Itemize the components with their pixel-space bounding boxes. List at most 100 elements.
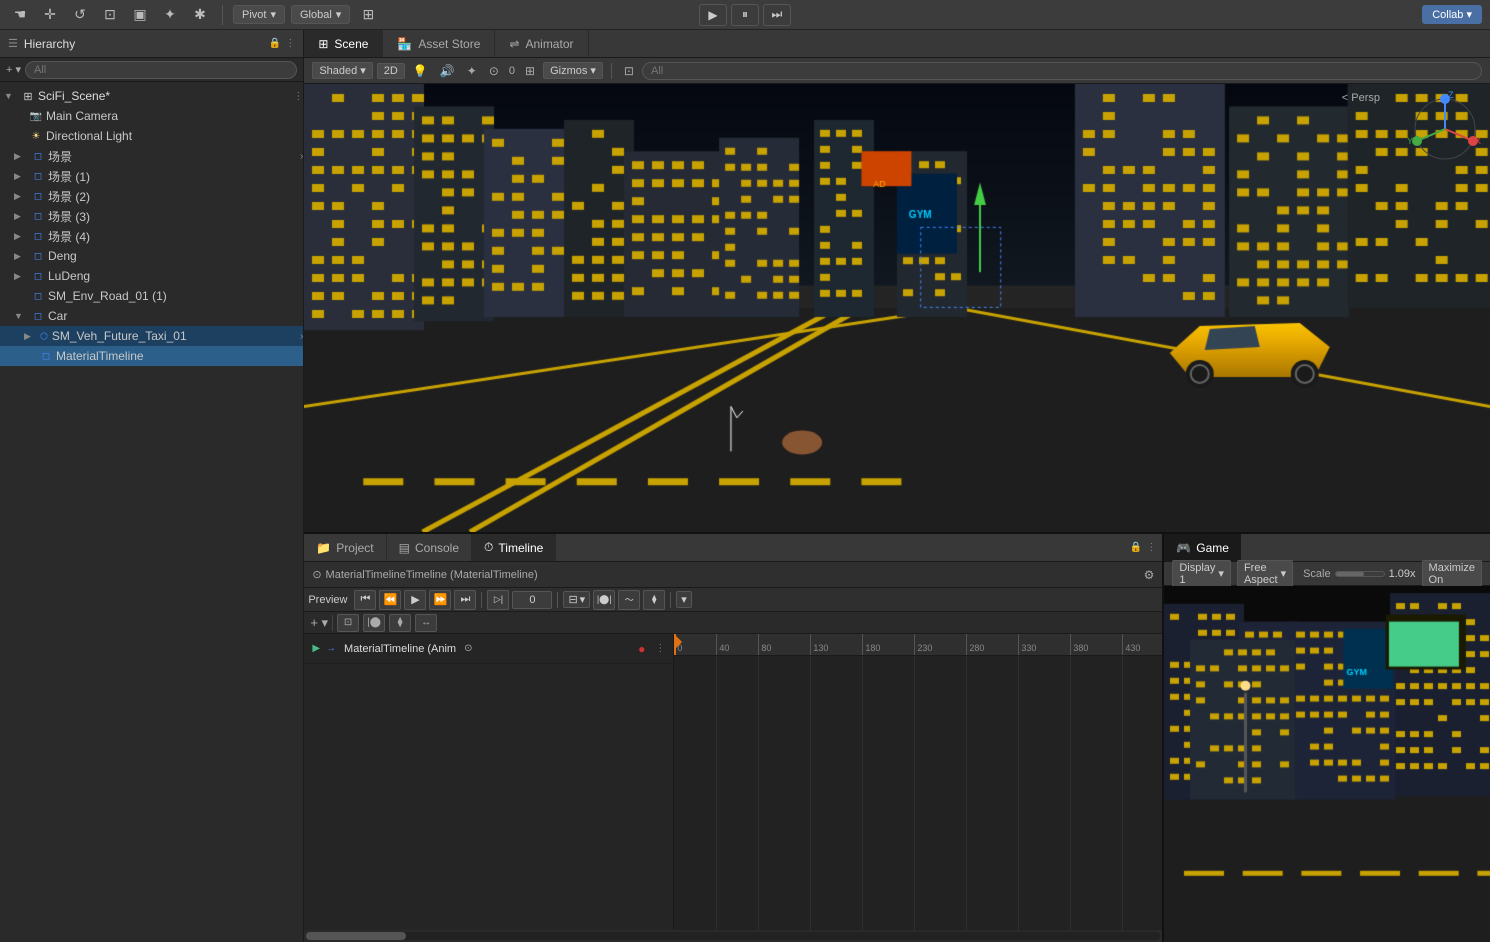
persp-label: < Persp (1342, 92, 1380, 104)
tree-item-car[interactable]: ▼ ◻ Car (0, 306, 303, 326)
scale-slider[interactable] (1335, 571, 1385, 577)
tab-console[interactable]: ▤ Console (387, 534, 472, 561)
record-button[interactable]: ● (638, 642, 645, 656)
tree-item-directional-light[interactable]: ☀ Directional Light (0, 126, 303, 146)
game-toolbar: Display 1 ▾ Free Aspect ▾ Scale 1.09x (1164, 562, 1490, 586)
gizmos-button[interactable]: Gizmos ▾ (543, 62, 603, 79)
expand-arrow: ▼ (4, 91, 18, 101)
tree-item-ludeng[interactable]: ▶ ◻ LuDeng (0, 266, 303, 286)
tl-options-dropdown[interactable]: ⊟▾ (563, 591, 590, 608)
grid-toggle[interactable]: ⊞ (521, 63, 539, 79)
shading-dropdown[interactable]: Shaded ▾ (312, 62, 372, 79)
tl-step-back[interactable]: ⏪ (379, 590, 401, 610)
tl-lock-icon[interactable]: 🔒 (1130, 542, 1142, 553)
track-options[interactable]: ⋮ (655, 643, 665, 654)
tree-item-scene-grp1[interactable]: ▶ ◻ 场景 › (0, 146, 303, 166)
tl-record-mode[interactable]: ▷| (487, 590, 509, 610)
tab-timeline[interactable]: ⏱ Timeline (472, 534, 556, 561)
collab-button[interactable]: Collab ▾ (1422, 5, 1482, 24)
audio-toggle[interactable]: 🔊 (436, 63, 459, 79)
track-info: ⊙ (464, 643, 472, 654)
scene-viewport[interactable]: < Persp Z X (304, 84, 1490, 532)
step-button[interactable]: ⏭ (763, 4, 791, 26)
tl-keys[interactable]: ⧫ (643, 590, 665, 610)
track-view-btn[interactable]: ⊡ (337, 614, 359, 632)
scene-extras-icon[interactable]: ⊡ (620, 63, 638, 79)
game-viewport[interactable] (1164, 586, 1490, 942)
track-more-btn[interactable]: ↔ (415, 614, 437, 632)
tl-curves[interactable]: 〜 (618, 590, 640, 610)
scene-area: ⊞ Scene 🏪 Asset Store ⇌ Animator Shaded … (304, 30, 1490, 532)
rect-icon[interactable]: ▣ (128, 3, 152, 27)
lock-icon[interactable]: 🔒 (269, 38, 281, 49)
tl-skip-start[interactable]: ⏮ (354, 590, 376, 610)
fx-toggle[interactable]: ✦ (463, 63, 481, 79)
hierarchy-search[interactable] (25, 61, 297, 79)
tree-item-scene-grp4[interactable]: ▶ ◻ 场景 (3) (0, 206, 303, 226)
hand-icon[interactable]: ☚ (8, 3, 32, 27)
tl-more-dropdown[interactable]: ▾ (676, 591, 692, 608)
track-expand-icon[interactable]: ▶ (312, 643, 320, 654)
ruler-bar[interactable]: 0 40 80 130 180 230 280 330 380 430 480 … (674, 634, 1162, 656)
grid-line (1122, 656, 1123, 930)
tab-project[interactable]: 📁 Project (304, 534, 386, 561)
tree-item-scene-grp3[interactable]: ▶ ◻ 场景 (2) (0, 186, 303, 206)
light-toggle[interactable]: 💡 (409, 63, 432, 79)
tl-asset-path: MaterialTimelineTimeline (MaterialTimeli… (326, 569, 1140, 581)
tree-item-scene-grp5[interactable]: ▶ ◻ 场景 (4) (0, 226, 303, 246)
tab-scene[interactable]: ⊞ Scene (304, 30, 383, 57)
tl-options-icon: ⊟ (568, 593, 577, 606)
tl-timecode[interactable] (512, 591, 552, 609)
scrollbar-thumb[interactable] (306, 932, 406, 940)
tab-game[interactable]: 🎮 Game (1164, 534, 1241, 561)
aspect-dropdown[interactable]: Free Aspect ▾ (1237, 560, 1293, 588)
snap-icon[interactable]: ⊞ (356, 3, 380, 27)
tab-asset-store[interactable]: 🏪 Asset Store (383, 30, 495, 57)
transform-icon[interactable]: ✦ (158, 3, 182, 27)
rotate-icon[interactable]: ↺ (68, 3, 92, 27)
tl-step-fwd[interactable]: ⏩ (429, 590, 451, 610)
scene-options[interactable]: ⋮ (293, 91, 303, 102)
overlay-toggle[interactable]: ⊙ (485, 63, 503, 79)
track-curve-btn[interactable]: ⧫ (389, 614, 411, 632)
scifi-scene-label: SciFi_Scene* (38, 89, 110, 103)
menu-dots-icon[interactable]: ⋮ (285, 38, 295, 49)
global-button[interactable]: Global ▾ (291, 5, 350, 24)
tl-asset-icon: ⊙ (312, 568, 321, 581)
scrollbar-track[interactable] (306, 932, 1160, 940)
scene-canvas (304, 84, 1490, 532)
tl-menu-icon[interactable]: ⋮ (1146, 542, 1156, 553)
tree-item-material-timeline[interactable]: ◻ MaterialTimeline (0, 346, 303, 366)
tree-item-scifi-scene[interactable]: ▼ ⊞ SciFi_Scene* ⋮ (0, 86, 303, 106)
timeline-scrollbar[interactable] (304, 930, 1162, 942)
grid-line (966, 656, 967, 930)
play-button[interactable]: ▶ (699, 4, 727, 26)
tl-snap[interactable]: |⬤| (593, 590, 615, 610)
tree-item-sm-veh[interactable]: ▶ ⬡ SM_Veh_Future_Taxi_01 › (0, 326, 303, 346)
tab-animator[interactable]: ⇌ Animator (495, 30, 588, 57)
game-panel: 🎮 Game Display 1 ▾ Free Aspect ▾ (1164, 534, 1490, 942)
scene-search[interactable] (642, 62, 1482, 80)
custom-icon[interactable]: ✱ (188, 3, 212, 27)
tl-gear-icon[interactable]: ⚙ (1144, 568, 1155, 582)
tree-item-main-camera[interactable]: 📷 Main Camera (0, 106, 303, 126)
2d-button[interactable]: 2D (377, 63, 405, 79)
tree-item-sm-env-road[interactable]: ▶ ◻ SM_Env_Road_01 (1) (0, 286, 303, 306)
pause-button[interactable]: ⏸ (731, 4, 759, 26)
timeline-grid[interactable] (674, 656, 1162, 930)
tl-play[interactable]: ▶ (404, 590, 426, 610)
tl-skip-end[interactable]: ⏭ (454, 590, 476, 610)
scale-icon[interactable]: ⊡ (98, 3, 122, 27)
add-track-btn[interactable]: + ▾ (310, 615, 328, 631)
tree-item-scene-grp2[interactable]: ▶ ◻ 场景 (1) (0, 166, 303, 186)
move-icon[interactable]: ✛ (38, 3, 62, 27)
asset-store-icon: 🏪 (397, 37, 412, 51)
add-dropdown[interactable]: + ▾ (6, 63, 21, 76)
tree-item-deng[interactable]: ▶ ◻ Deng (0, 246, 303, 266)
track-snap-btn[interactable]: |⬤ (363, 614, 385, 632)
pivot-button[interactable]: Pivot ▾ (233, 5, 285, 24)
display-dropdown[interactable]: Display 1 ▾ (1172, 560, 1231, 588)
expand-arrow: ▶ (24, 331, 38, 342)
material-timeline-label: MaterialTimeline (56, 349, 144, 363)
maximize-button[interactable]: Maximize On (1422, 560, 1482, 588)
